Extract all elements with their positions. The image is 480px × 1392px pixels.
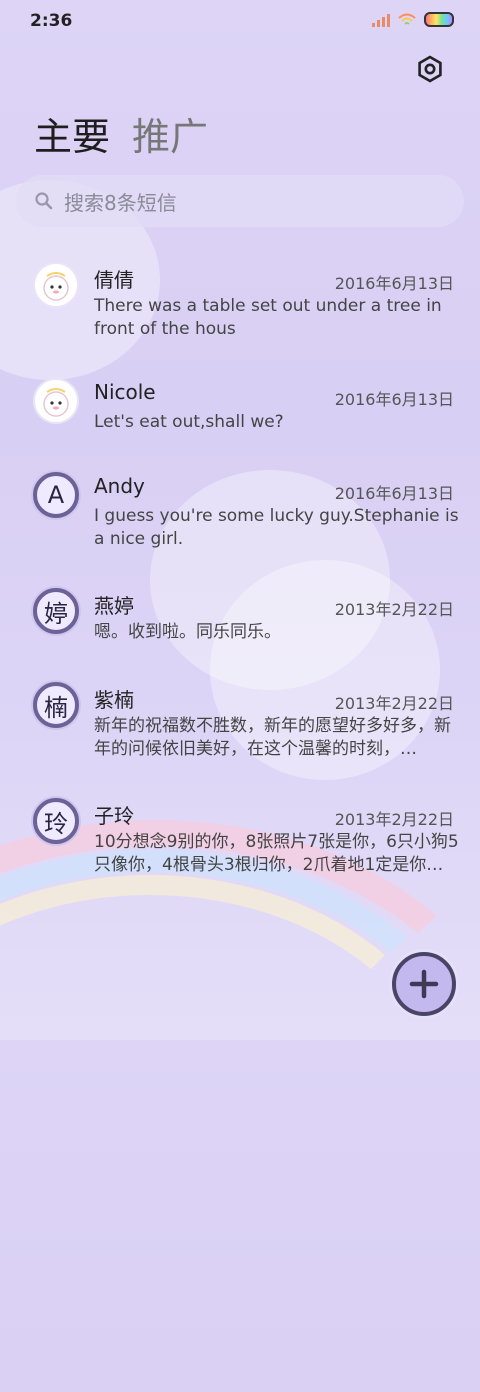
avatar: [33, 262, 79, 308]
message-preview: 新年的祝福数不胜数，新年的愿望好多好多，新年的问候依旧美好，在这个温馨的时刻，…: [94, 716, 451, 759]
conversation-item[interactable]: Nicole 2016年6月13日 Let's eat out,shall we…: [0, 378, 480, 448]
tab-bar: 主要 推广: [34, 106, 208, 161]
search-placeholder: 搜索8条短信: [64, 190, 177, 215]
conversation-item[interactable]: 婷 燕婷 2013年2月22日 嗯。收到啦。同乐同乐。: [0, 588, 480, 658]
message-preview: 10分想念9别的你，8张照片7张是你，6只小狗5只像你，4根骨头3根归你，2爪着…: [94, 832, 459, 875]
battery-icon: [424, 12, 454, 27]
tab-promotions[interactable]: 推广: [132, 106, 208, 161]
signal-icon: [372, 13, 390, 27]
contact-name: 倩倩: [94, 268, 134, 292]
contact-name: 燕婷: [94, 594, 134, 618]
message-date: 2013年2月22日: [334, 810, 454, 829]
compose-button[interactable]: [392, 952, 456, 1016]
message-preview: There was a table set out under a tree i…: [94, 296, 442, 339]
status-bar: 2:36: [0, 0, 480, 40]
settings-icon[interactable]: [416, 55, 444, 83]
contact-name: 子玲: [94, 804, 134, 828]
contact-name: Andy: [94, 474, 145, 498]
tab-primary[interactable]: 主要: [34, 106, 110, 161]
plus-icon: [409, 969, 439, 999]
conversation-item[interactable]: 楠 紫楠 2013年2月22日 新年的祝福数不胜数，新年的愿望好多好多，新年的问…: [0, 682, 480, 772]
message-preview: 嗯。收到啦。同乐同乐。: [94, 622, 281, 642]
wifi-icon: [398, 13, 416, 25]
conversation-item[interactable]: 倩倩 2016年6月13日 There was a table set out …: [0, 262, 480, 352]
message-date: 2013年2月22日: [334, 694, 454, 713]
conversation-item[interactable]: 玲 子玲 2013年2月22日 10分想念9别的你，8张照片7张是你，6只小狗5…: [0, 798, 480, 888]
avatar: A: [33, 472, 79, 518]
contact-name: 紫楠: [94, 688, 134, 712]
avatar: 玲: [33, 798, 79, 844]
message-preview: I guess you're some lucky guy.Stephanie …: [94, 506, 459, 549]
search-icon: [35, 192, 53, 210]
message-date: 2013年2月22日: [334, 600, 454, 619]
avatar: 楠: [33, 682, 79, 728]
message-date: 2016年6月13日: [334, 274, 454, 293]
conversation-item[interactable]: A Andy 2016年6月13日 I guess you're some lu…: [0, 472, 480, 562]
avatar: 婷: [33, 588, 79, 634]
message-date: 2016年6月13日: [334, 390, 454, 409]
status-time: 2:36: [30, 11, 73, 31]
avatar: [33, 378, 79, 424]
status-icons: [372, 12, 454, 27]
message-preview: Let's eat out,shall we?: [94, 412, 284, 432]
message-date: 2016年6月13日: [334, 484, 454, 503]
search-input[interactable]: 搜索8条短信: [16, 175, 464, 227]
contact-name: Nicole: [94, 380, 156, 404]
